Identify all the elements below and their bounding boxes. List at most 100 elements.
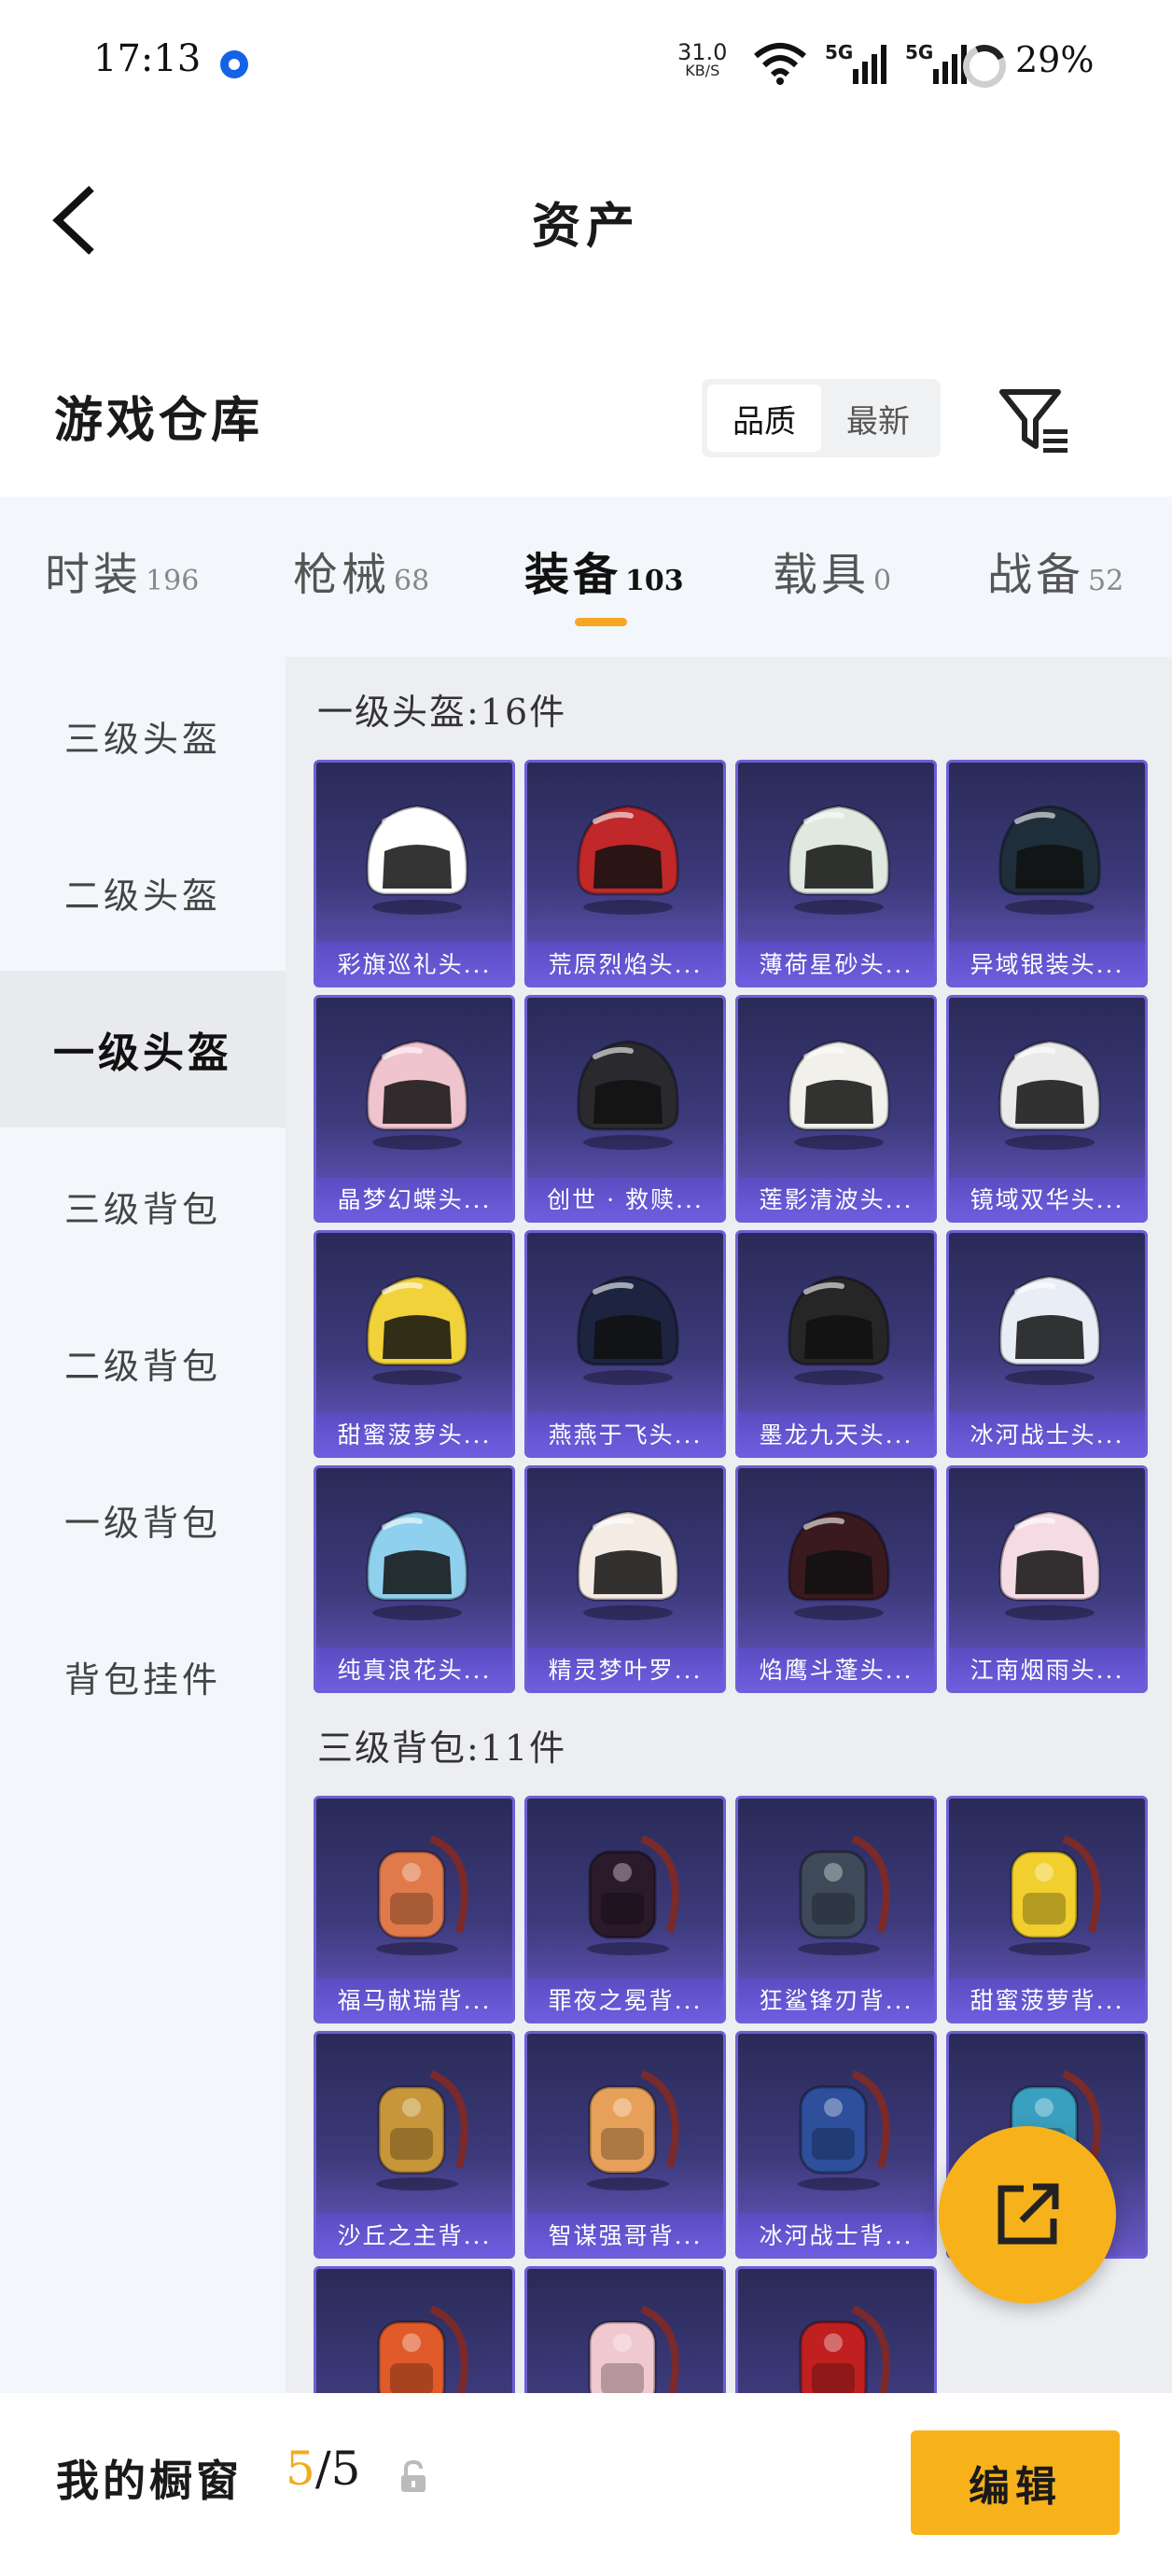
item-name: 荒原烈焰头...	[527, 942, 723, 985]
helmet-card[interactable]: 甜蜜菠萝头...	[314, 1230, 515, 1458]
item-name: 罪夜之冕背...	[527, 1978, 723, 2021]
tab-supplies[interactable]: 战备 52	[987, 538, 1123, 603]
helmet-icon	[316, 763, 512, 945]
helmet-icon	[527, 998, 723, 1181]
tab-count: 0	[873, 565, 892, 597]
helmet-card[interactable]: 荒原烈焰头...	[524, 760, 726, 987]
backpack-icon	[316, 2034, 512, 2217]
item-name: 甜蜜菠萝头...	[316, 1412, 512, 1455]
network-speed-unit: KB/S	[685, 62, 720, 79]
backpack-card[interactable]: 甜蜜菠萝背...	[946, 1796, 1148, 2023]
helmet-card[interactable]: 冰河战士头...	[946, 1230, 1148, 1458]
share-button[interactable]	[939, 2126, 1116, 2303]
item-name: 薄荷星砂头...	[738, 942, 934, 985]
helmet-icon	[949, 998, 1145, 1181]
sort-option-quality[interactable]: 品质	[707, 385, 821, 452]
backpack-card[interactable]	[524, 2266, 726, 2393]
backpack-card[interactable]: 福马献瑞背...	[314, 1796, 515, 2023]
helmet-card[interactable]: 纯真浪花头...	[314, 1465, 515, 1693]
filter-button[interactable]	[997, 383, 1071, 457]
helmet-card[interactable]: 薄荷星砂头...	[735, 760, 937, 987]
network-speed-value: 31.0	[677, 39, 728, 65]
backpack-card[interactable]	[735, 2266, 937, 2393]
sort-toggle: 品质 最新	[702, 379, 941, 457]
backpack-icon	[949, 1799, 1145, 1981]
sidebar-item-level3-helmet[interactable]: 三级头盔	[0, 657, 286, 814]
helmet-card[interactable]: 焰鹰斗蓬头...	[735, 1465, 937, 1693]
item-name: 燕燕于飞头...	[527, 1412, 723, 1455]
helmet-card[interactable]: 燕燕于飞头...	[524, 1230, 726, 1458]
backpack-icon	[527, 1799, 723, 1981]
backpack-icon	[316, 2269, 512, 2393]
backpack-icon	[527, 2034, 723, 2217]
helmet-card[interactable]: 墨龙九天头...	[735, 1230, 937, 1458]
sidebar-item-level1-helmet[interactable]: 一级头盔	[0, 971, 286, 1127]
showcase-count-total: /5	[314, 2442, 361, 2496]
tab-label: 时装	[45, 549, 143, 601]
helmet-icon	[527, 1233, 723, 1416]
tab-count: 196	[146, 565, 200, 597]
item-name: 彩旗巡礼头...	[316, 942, 512, 985]
tab-count: 103	[625, 565, 684, 597]
backpack-icon	[738, 1799, 934, 1981]
backpack-card[interactable]: 智谋强哥背...	[524, 2031, 726, 2259]
sidebar-item-level2-backpack[interactable]: 二级背包	[0, 1284, 286, 1441]
backpack-card[interactable]	[314, 2266, 515, 2393]
item-name: 墨龙九天头...	[738, 1412, 934, 1455]
helmet-icon	[527, 763, 723, 945]
helmet-card[interactable]: 创世 · 救赎...	[524, 995, 726, 1223]
battery-level: 29%	[1015, 39, 1095, 80]
lock-icon	[401, 2459, 426, 2492]
item-name: 异域银装头...	[949, 942, 1145, 985]
helmet-icon	[949, 1468, 1145, 1651]
tab-equipment[interactable]: 装备 103	[524, 538, 684, 603]
tab-count: 52	[1088, 565, 1124, 597]
tab-vehicles[interactable]: 载具 0	[773, 538, 891, 603]
helmet-card[interactable]: 莲影清波头...	[735, 995, 937, 1223]
sidebar-item-level3-backpack[interactable]: 三级背包	[0, 1127, 286, 1284]
backpack-card[interactable]: 狂鲨锋刃背...	[735, 1796, 937, 2023]
helmet-icon	[738, 1233, 934, 1416]
showcase-bar: 我的橱窗 5/5 编辑	[0, 2393, 1172, 2576]
item-name: 冰河战士头...	[949, 1412, 1145, 1455]
category-tabs: 时装 196 枪械 68 装备 103 载具 0 战备 52	[0, 497, 1172, 657]
tab-fashion[interactable]: 时装 196	[45, 538, 199, 603]
subcategory-sidebar: 三级头盔 二级头盔 一级头盔 三级背包 二级背包 一级背包 背包挂件	[0, 657, 286, 2393]
item-name: 创世 · 救赎...	[527, 1177, 723, 1220]
helmet-card[interactable]: 精灵梦叶罗...	[524, 1465, 726, 1693]
helmet-card[interactable]: 晶梦幻蝶头...	[314, 995, 515, 1223]
helmet-card[interactable]: 镜域双华头...	[946, 995, 1148, 1223]
group-title-backpacks: 三级背包:11件	[317, 1728, 567, 1769]
helmet-card[interactable]: 异域银装头...	[946, 760, 1148, 987]
wifi-icon	[754, 43, 806, 85]
backpack-card[interactable]: 罪夜之冕背...	[524, 1796, 726, 2023]
status-icons: 5G 5G	[752, 41, 969, 86]
item-name: 江南烟雨头...	[949, 1647, 1145, 1690]
active-tab-indicator	[575, 618, 627, 626]
tab-firearms[interactable]: 枪械 68	[293, 538, 429, 603]
helmet-icon	[316, 1233, 512, 1416]
edit-button[interactable]: 编辑	[911, 2430, 1120, 2535]
tab-label: 战备	[987, 549, 1085, 601]
item-name: 镜域双华头...	[949, 1177, 1145, 1220]
helmet-icon	[949, 763, 1145, 945]
helmet-card[interactable]: 江南烟雨头...	[946, 1465, 1148, 1693]
tab-label: 枪械	[293, 549, 391, 601]
backpack-card[interactable]: 冰河战士背...	[735, 2031, 937, 2259]
status-time: 17:13	[93, 37, 202, 80]
sidebar-item-backpack-charm[interactable]: 背包挂件	[0, 1598, 286, 1755]
tab-label: 装备	[524, 549, 622, 601]
warehouse-title: 游戏仓库	[54, 392, 264, 449]
item-name: 狂鲨锋刃背...	[738, 1978, 934, 2021]
item-name: 甜蜜菠萝背...	[949, 1978, 1145, 2021]
helmet-card[interactable]: 彩旗巡礼头...	[314, 760, 515, 987]
showcase-label: 我的橱窗	[56, 2456, 243, 2506]
item-name: 纯真浪花头...	[316, 1647, 512, 1690]
backpack-card[interactable]: 沙丘之主背...	[314, 2031, 515, 2259]
sidebar-item-level1-backpack[interactable]: 一级背包	[0, 1441, 286, 1598]
item-name: 焰鹰斗蓬头...	[738, 1647, 934, 1690]
sidebar-item-level2-helmet[interactable]: 二级头盔	[0, 814, 286, 971]
sort-option-newest[interactable]: 最新	[821, 385, 935, 452]
helmet-icon	[738, 1468, 934, 1651]
page-title: 资产	[531, 198, 640, 255]
